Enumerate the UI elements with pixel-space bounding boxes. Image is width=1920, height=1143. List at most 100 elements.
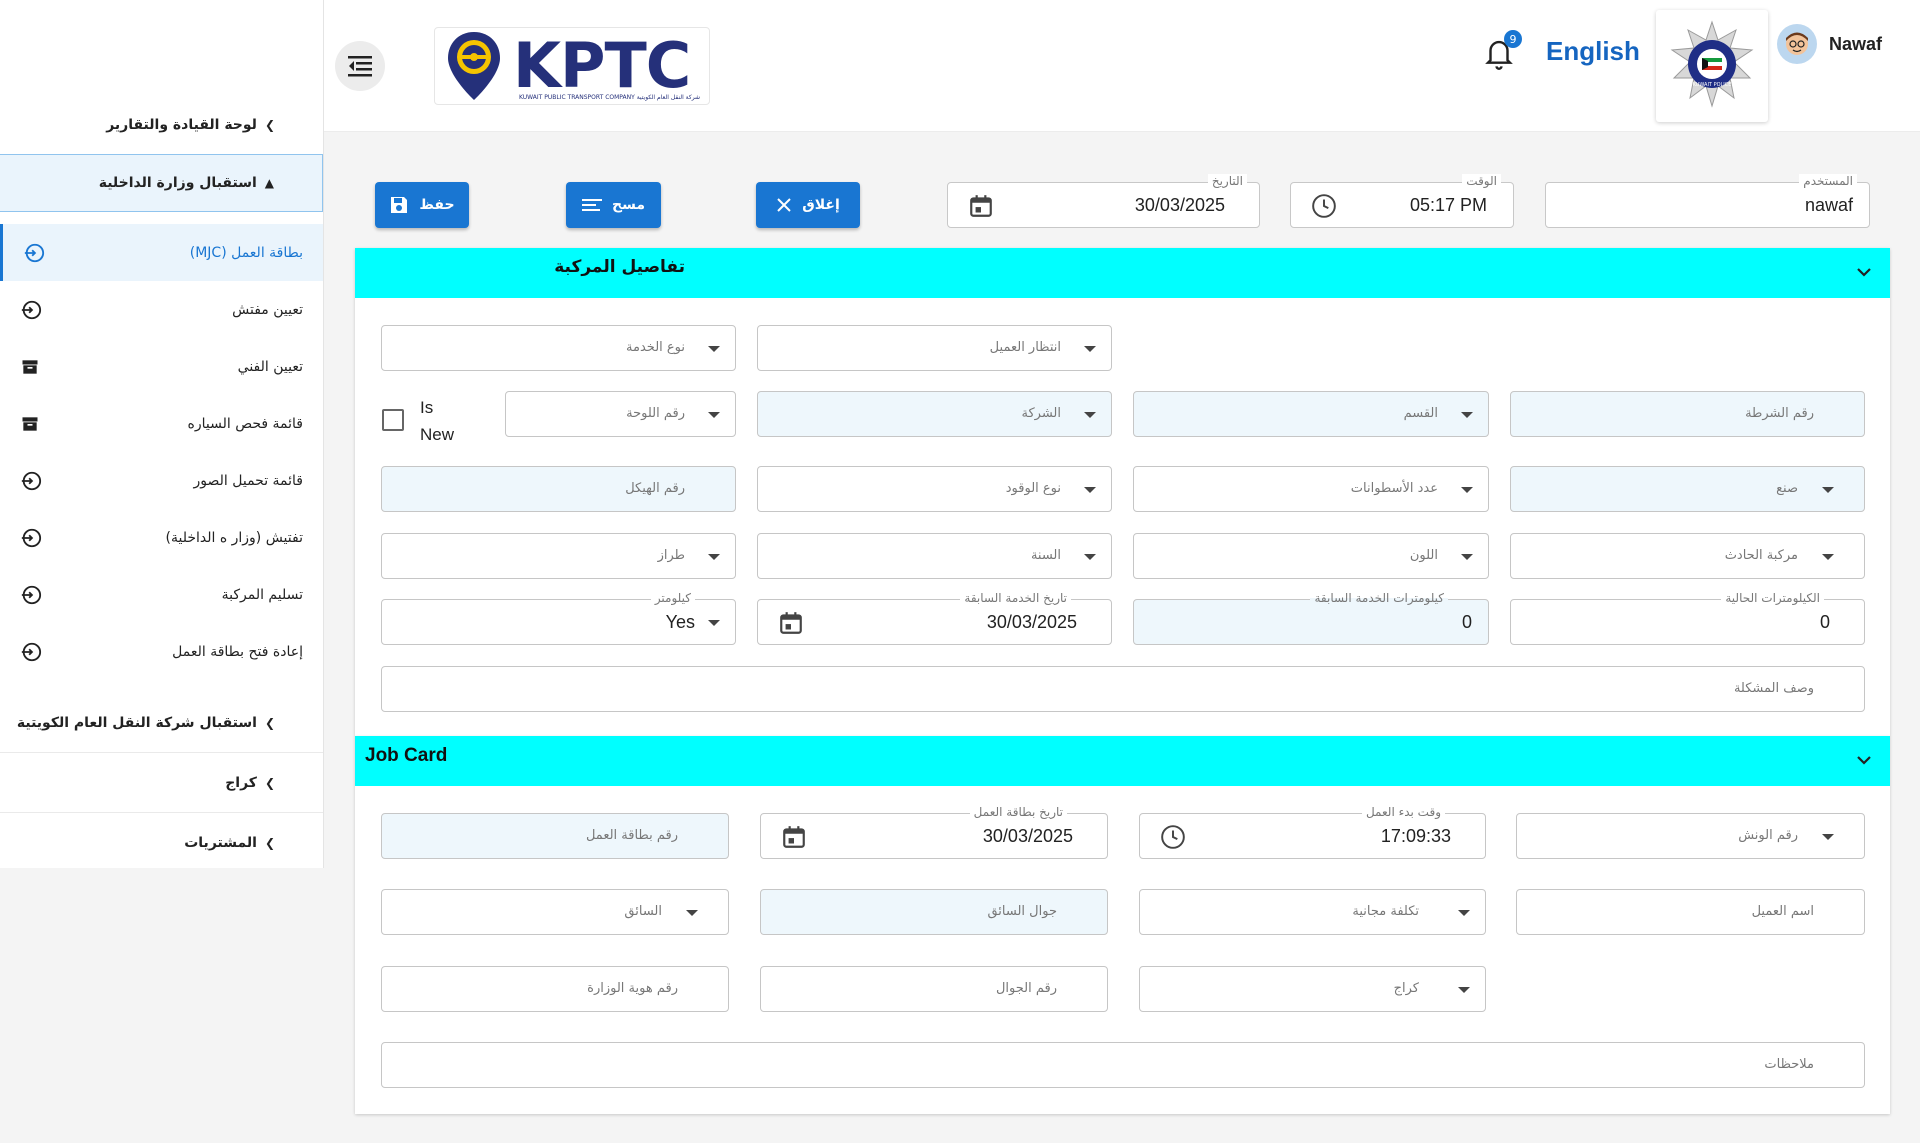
sidebar-item-job-card[interactable]: بطاقة العمل (MJC) [0, 224, 323, 281]
dropdown-arrow-icon [1084, 487, 1096, 493]
incident-vehicle-select[interactable]: مركبة الحادث [1510, 533, 1865, 579]
garage-select[interactable]: كراج [1139, 966, 1486, 1012]
driver-mobile-input[interactable]: جوال السائق [760, 889, 1108, 935]
police-number-placeholder: رقم الشرطة [1745, 406, 1814, 421]
last-service-date-value: 30/03/2025 [986, 612, 1077, 632]
svg-text:KUWAIT POLICE: KUWAIT POLICE [1693, 82, 1732, 88]
clock-icon [1161, 825, 1185, 849]
last-service-date-label: تاريخ الخدمة السابقة [960, 591, 1071, 605]
sidebar-group-garage[interactable]: ❯ كراج [0, 754, 323, 812]
chevron-up-icon: ▲ [264, 176, 274, 190]
sidebar-item-reopen-job-card[interactable]: إعادة فتح بطاقة العمل [0, 623, 323, 680]
sidebar: ❯ لوحة القيادة والتقارير ▲ استقبال وزارة… [0, 0, 324, 868]
notifications-button[interactable]: 9 [1484, 30, 1522, 72]
sidebar-item-moi-inspection[interactable]: تفتيش (وزار ه الداخلية) [0, 509, 323, 566]
vehicle-details-title: تفاصيل المركبة [554, 257, 685, 277]
plate-number-select[interactable]: رقم اللوحة [505, 391, 736, 437]
winch-number-select[interactable]: رقم الونش [1516, 813, 1865, 859]
current-km-input[interactable]: الكيلومترات الحالية 0 [1510, 591, 1865, 645]
login-icon [21, 528, 42, 547]
save-icon [391, 197, 408, 213]
driver-select[interactable]: السائق [381, 889, 729, 935]
time-value: 05:17 PM [1409, 195, 1487, 215]
customer-name-input[interactable]: اسم العميل [1516, 889, 1865, 935]
user-value: nawaf [1804, 195, 1853, 215]
moi-id-number-input[interactable]: رقم هوية الوزارة [381, 966, 729, 1012]
chevron-down-icon: ❯ [264, 716, 275, 730]
cylinders-select[interactable]: عدد الأسطوانات [1133, 466, 1489, 512]
garage-placeholder: كراج [1393, 981, 1419, 996]
sidebar-item-label: بطاقة العمل (MJC) [189, 244, 303, 261]
clear-button[interactable]: مسح [566, 182, 661, 228]
sidebar-group-label: لوحة القيادة والتقارير [106, 117, 257, 133]
login-icon [21, 471, 42, 490]
sidebar-item-label: تسليم المركبة [221, 586, 303, 603]
color-placeholder: اللون [1409, 548, 1438, 563]
chevron-down-icon [1857, 268, 1871, 277]
fuel-type-select[interactable]: نوع الوقود [757, 466, 1112, 512]
job-card-header[interactable]: Job Card [355, 736, 1890, 786]
sidebar-item-photo-upload[interactable]: قائمة تحميل الصور [0, 452, 323, 509]
menu-toggle-button[interactable] [335, 41, 385, 91]
sidebar-item-vehicle-checklist[interactable]: قائمة فحص السياره [0, 395, 323, 452]
free-cost-select[interactable]: تكلفة مجانية [1139, 889, 1486, 935]
service-type-select[interactable]: نوع الخدمة [381, 325, 736, 371]
sidebar-item-label: تعيين الفني [237, 358, 303, 375]
time-field[interactable]: الوقت 05:17 PM [1290, 174, 1514, 228]
model-select[interactable]: طراز [381, 533, 736, 579]
clock-icon [1312, 194, 1336, 218]
login-icon [21, 300, 42, 319]
dropdown-arrow-icon [708, 346, 720, 352]
km-select[interactable]: كيلومتر Yes [381, 591, 736, 645]
sidebar-item-vehicle-delivery[interactable]: تسليم المركبة [0, 566, 323, 623]
last-service-date-field[interactable]: تاريخ الخدمة السابقة 30/03/2025 [757, 591, 1112, 645]
year-select[interactable]: السنة [757, 533, 1112, 579]
vehicle-details-header[interactable]: تفاصيل المركبة [355, 248, 1890, 298]
job-card-date-field[interactable]: تاريخ بطاقة العمل 30/03/2025 [760, 805, 1108, 859]
sidebar-item-label: تفتيش (وزار ه الداخلية) [165, 529, 303, 546]
color-select[interactable]: اللون [1133, 533, 1489, 579]
dropdown-arrow-icon [1084, 412, 1096, 418]
sidebar-group-purchases[interactable]: ❯ المشتريات [0, 814, 323, 872]
kptc-logo[interactable]: KPTC KUWAIT PUBLIC TRANSPORT COMPANY شرك… [434, 27, 710, 105]
dropdown-arrow-icon [686, 910, 698, 916]
is-new-checkbox[interactable]: Is New [382, 392, 462, 448]
date-field[interactable]: التاريخ 30/03/2025 [947, 174, 1260, 228]
customer-wait-select[interactable]: انتظار العميل [757, 325, 1112, 371]
sidebar-item-assign-inspector[interactable]: تعيين مفتش [0, 281, 323, 338]
notes-input[interactable]: ملاحظات [381, 1042, 1865, 1088]
last-service-km-input[interactable]: كيلومترات الخدمة السابقة 0 [1133, 591, 1489, 645]
sidebar-item-assign-technician[interactable]: تعيين الفني [0, 338, 323, 395]
avatar[interactable] [1777, 24, 1817, 64]
mobile-number-input[interactable]: رقم الجوال [760, 966, 1108, 1012]
job-card-number-input[interactable]: رقم بطاقة العمل [381, 813, 729, 859]
dropdown-arrow-icon [1822, 487, 1834, 493]
login-icon [21, 642, 42, 661]
sidebar-group-moi[interactable]: ▲ استقبال وزارة الداخلية [0, 154, 323, 212]
company-select[interactable]: الشركة [757, 391, 1112, 437]
police-number-input[interactable]: رقم الشرطة [1510, 391, 1865, 437]
chassis-number-input[interactable]: رقم الهيكل [381, 466, 736, 512]
dropdown-arrow-icon [1461, 554, 1473, 560]
problem-description-input[interactable]: وصف المشكلة [381, 666, 1865, 712]
department-select[interactable]: القسم [1133, 391, 1489, 437]
close-button[interactable]: إغلاق [756, 182, 860, 228]
problem-description-placeholder: وصف المشكلة [1733, 681, 1814, 696]
clear-button-label: مسح [612, 197, 646, 213]
archive-icon [22, 416, 38, 431]
user-field[interactable]: المستخدم nawaf [1545, 174, 1870, 228]
save-button[interactable]: حفظ [375, 182, 469, 228]
make-select[interactable]: صنع [1510, 466, 1865, 512]
company-placeholder: الشركة [1021, 406, 1061, 421]
police-emblem-icon: KUWAIT POLICE [1670, 20, 1754, 108]
dropdown-arrow-icon [708, 554, 720, 560]
login-icon [24, 243, 45, 262]
work-start-time-field[interactable]: وقت بدء العمل 17:09:33 [1139, 805, 1486, 859]
user-name: Nawaf [1829, 34, 1883, 54]
sidebar-group-kptc[interactable]: ❯ استقبال شركة النقل العام الكويتية [0, 694, 323, 752]
work-start-time-value: 17:09:33 [1380, 826, 1451, 846]
winch-number-placeholder: رقم الونش [1738, 828, 1798, 843]
language-toggle[interactable]: English [1546, 36, 1640, 67]
sidebar-group-dashboard[interactable]: ❯ لوحة القيادة والتقارير [0, 96, 323, 154]
chevron-down-icon: ❯ [264, 836, 275, 850]
